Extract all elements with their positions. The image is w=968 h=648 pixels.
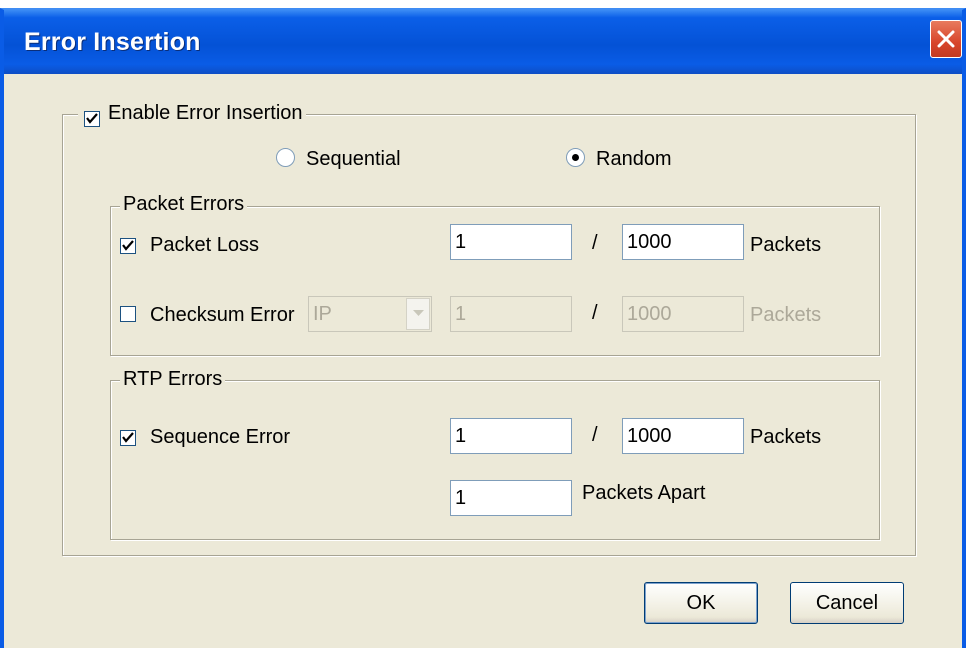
sequential-radio[interactable]: [276, 148, 295, 167]
packets-apart-input[interactable]: 1: [450, 480, 572, 516]
sequential-label: Sequential: [306, 148, 401, 170]
checkmark-icon: [122, 432, 134, 443]
checkmark-icon: [86, 113, 98, 124]
window-title: Error Insertion: [24, 28, 201, 56]
checksum-protocol-value: IP: [313, 303, 332, 325]
sequence-unit: Packets: [750, 426, 822, 448]
rtp-errors-legend: RTP Errors: [120, 368, 226, 391]
packet-loss-unit: Packets: [750, 234, 822, 256]
packets-apart-label: Packets Apart: [582, 482, 706, 504]
cancel-button[interactable]: Cancel: [790, 582, 904, 624]
checksum-denominator-input: 1000: [622, 296, 744, 332]
random-label: Random: [596, 148, 672, 170]
error-insertion-dialog: Error Insertion Enable Error Insertion S…: [0, 8, 966, 648]
sequence-error-label: Sequence Error: [150, 426, 291, 448]
packet-loss-numerator-input[interactable]: 1: [450, 224, 572, 260]
checkmark-icon: [122, 240, 134, 251]
sequence-denominator-input[interactable]: 1000: [622, 418, 744, 454]
packet-loss-slash: /: [592, 232, 598, 254]
packet-loss-denominator-input[interactable]: 1000: [622, 224, 744, 260]
title-bar[interactable]: Error Insertion: [4, 10, 962, 74]
sequence-numerator-input[interactable]: 1: [450, 418, 572, 454]
dropdown-arrow-button: [406, 298, 430, 330]
sequence-slash: /: [592, 424, 598, 446]
ok-button[interactable]: OK: [644, 582, 758, 624]
enable-legend: Enable Error Insertion: [78, 102, 306, 125]
random-radio[interactable]: [566, 148, 585, 167]
close-button[interactable]: [930, 20, 962, 58]
packet-errors-legend: Packet Errors: [120, 193, 248, 216]
enable-error-insertion-checkbox[interactable]: [84, 111, 100, 127]
rtp-errors-group: [110, 380, 880, 540]
enable-error-insertion-label: Enable Error Insertion: [108, 102, 303, 124]
close-icon: [937, 30, 955, 48]
chevron-down-icon: [413, 310, 424, 316]
checksum-numerator-input: 1: [450, 296, 572, 332]
sequence-error-checkbox[interactable]: [120, 430, 136, 446]
checksum-error-checkbox[interactable]: [120, 306, 136, 322]
checksum-protocol-select: IP: [308, 296, 432, 332]
checksum-error-label: Checksum Error: [150, 304, 295, 326]
checksum-slash: /: [592, 302, 598, 324]
checksum-unit: Packets: [750, 304, 822, 326]
packet-loss-label: Packet Loss: [150, 234, 259, 256]
packet-loss-checkbox[interactable]: [120, 238, 136, 254]
radio-selected-dot: [572, 154, 579, 161]
